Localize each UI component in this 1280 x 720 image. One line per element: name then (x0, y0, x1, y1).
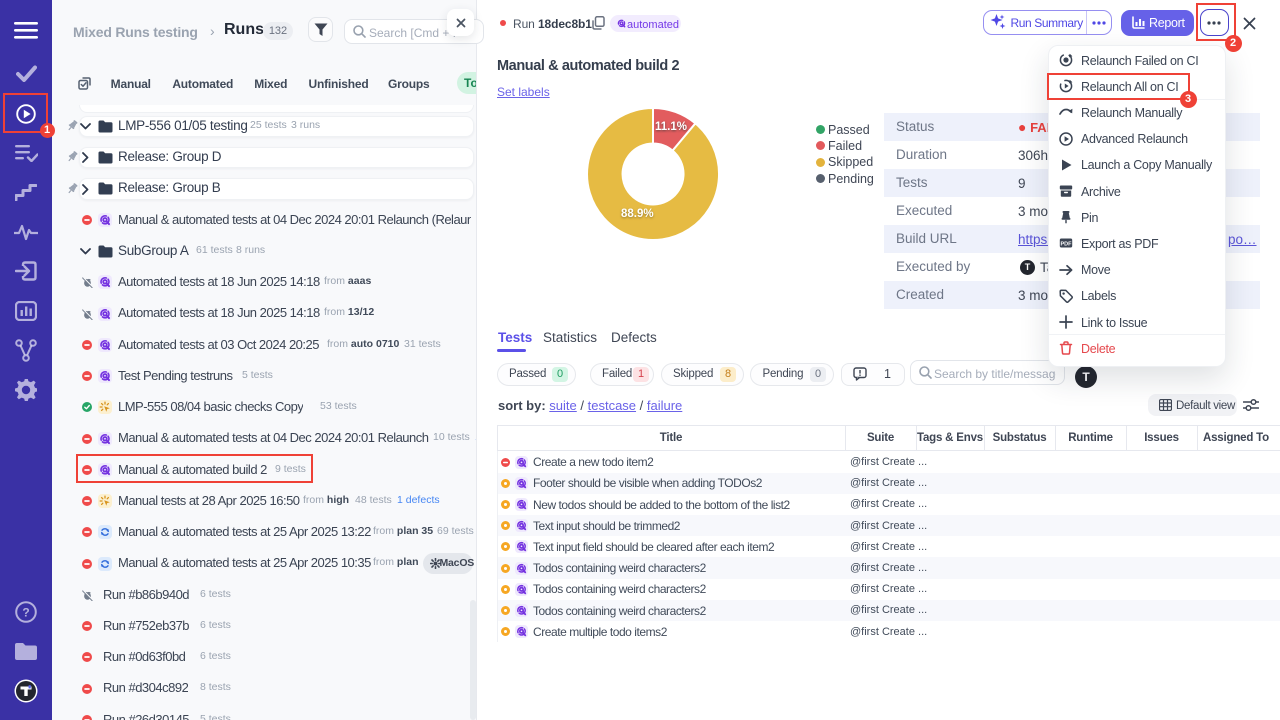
svg-text:?: ? (22, 606, 29, 620)
svg-text:PDF: PDF (1060, 242, 1072, 248)
